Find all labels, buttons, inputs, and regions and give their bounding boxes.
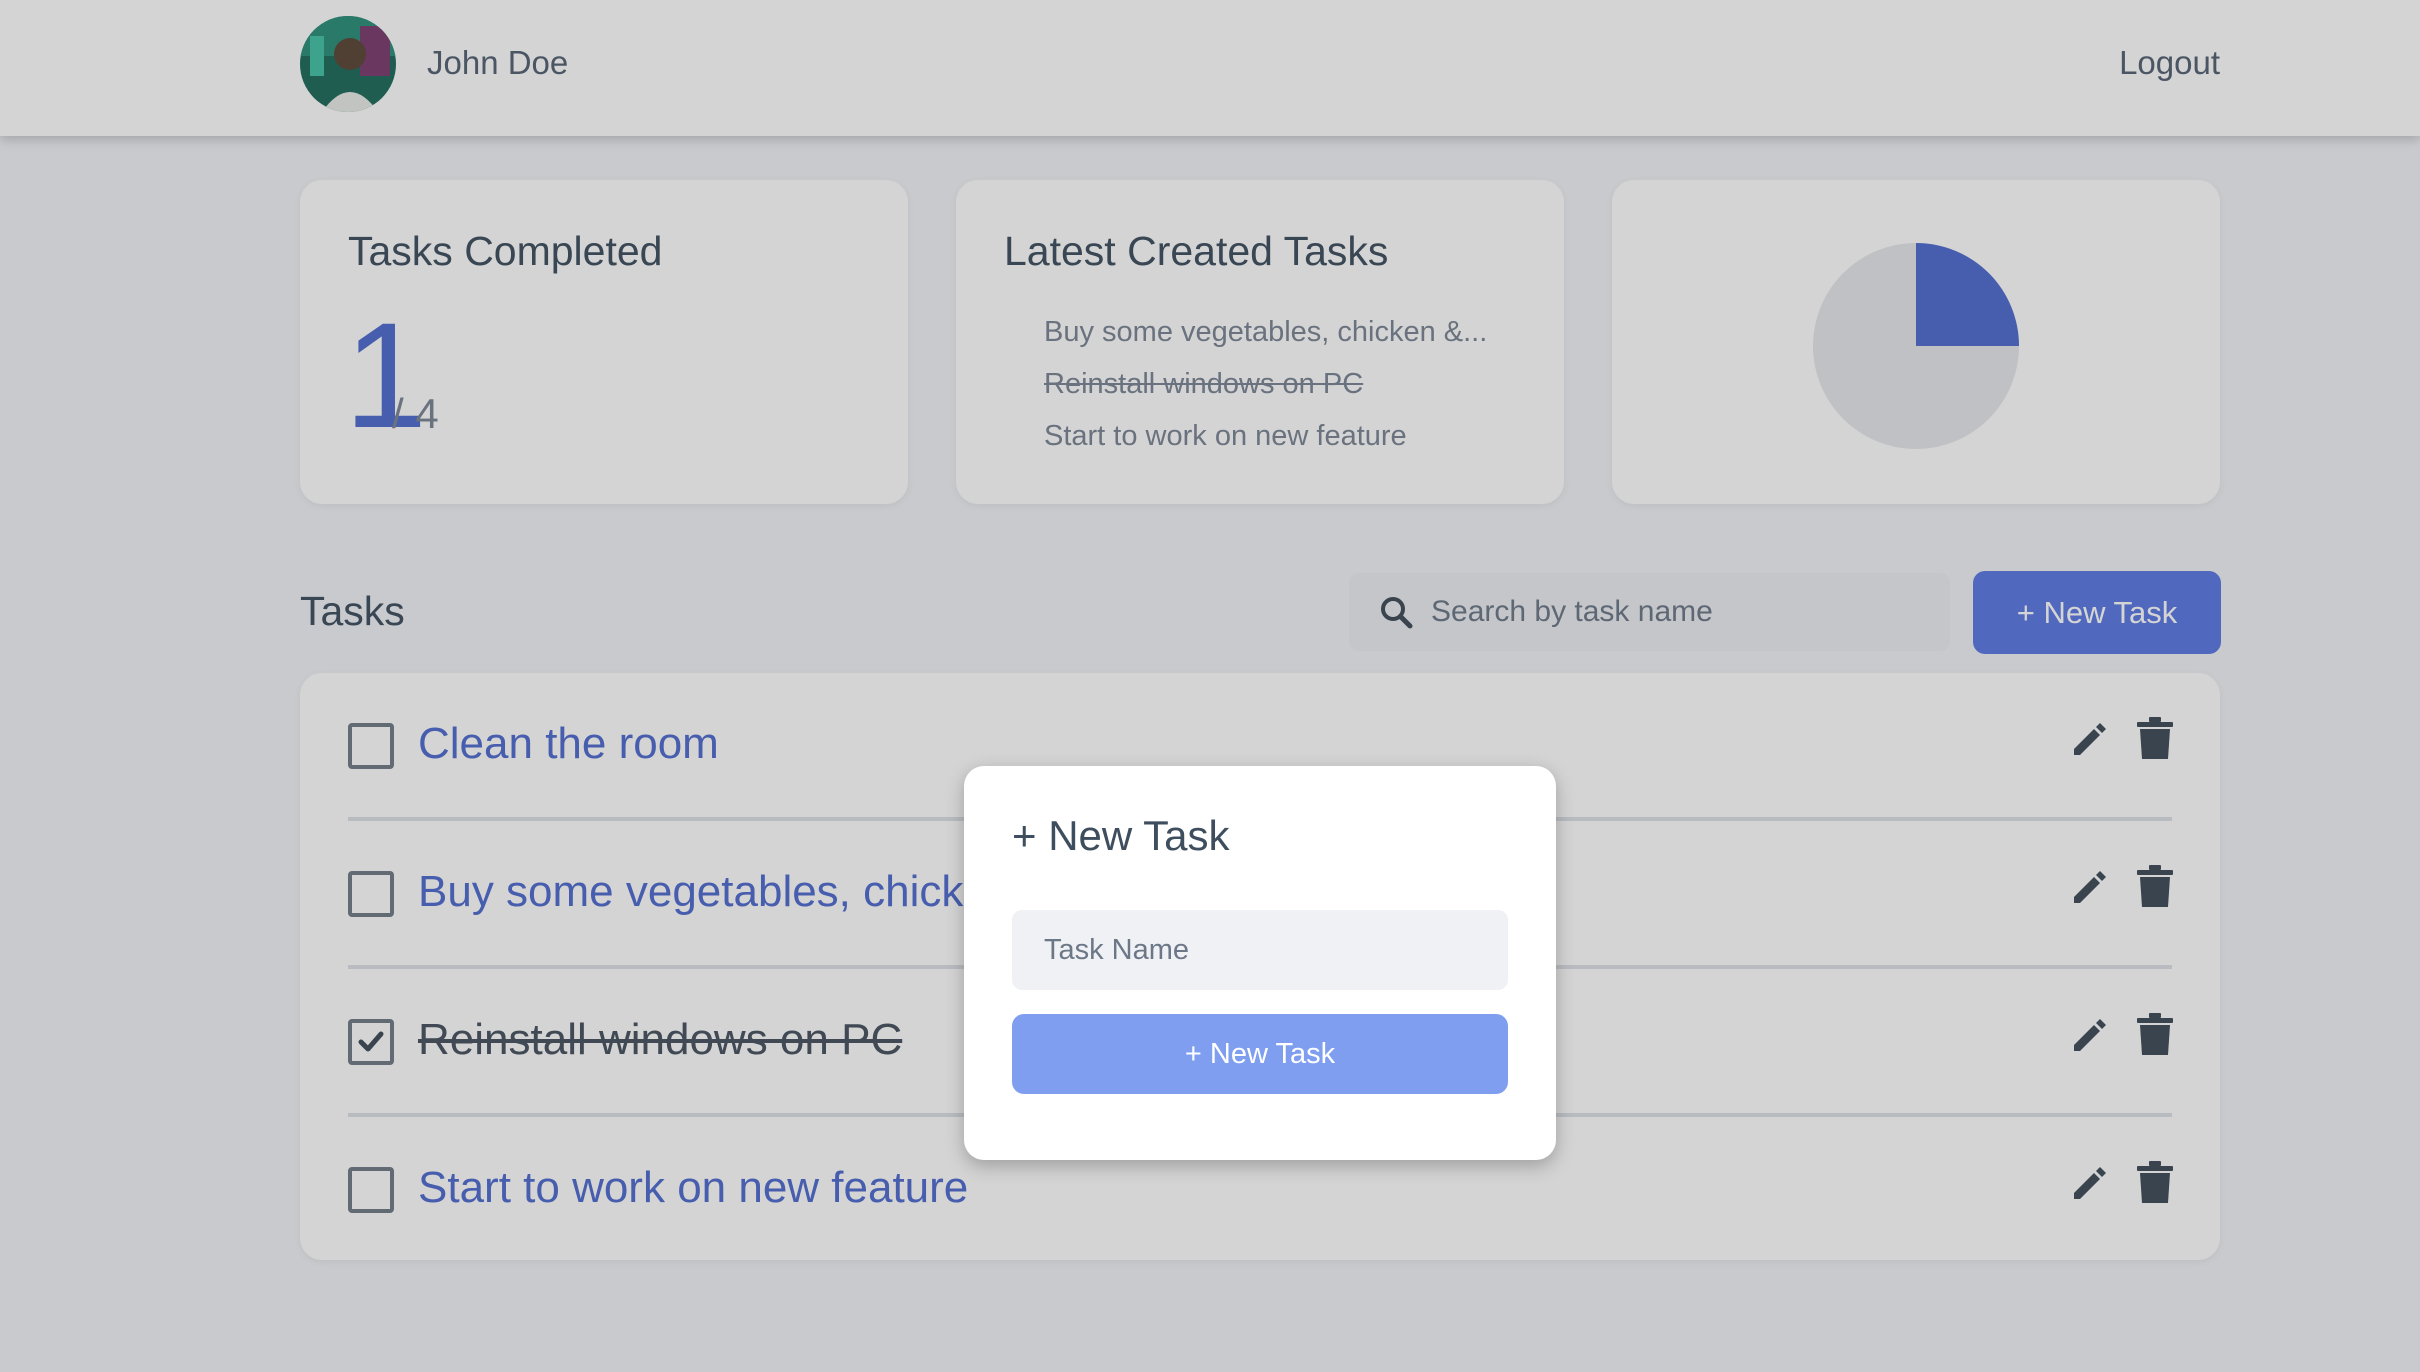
submit-new-task-button[interactable]: + New Task xyxy=(1012,1014,1508,1094)
modal-title: + New Task xyxy=(1012,812,1230,859)
new-task-modal: + New Task + New Task xyxy=(964,766,1556,1160)
modal-backdrop[interactable] xyxy=(0,0,2420,1372)
task-name-input[interactable] xyxy=(1012,910,1508,990)
